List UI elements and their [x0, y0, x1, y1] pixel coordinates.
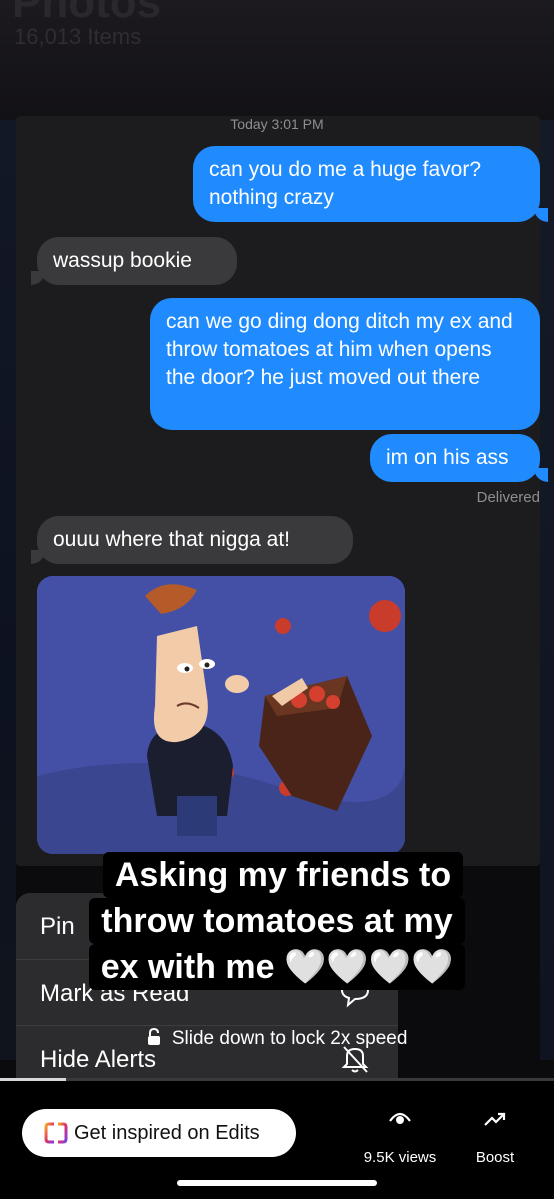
- message-bubble-sent: can we go ding dong ditch my ex and thro…: [150, 298, 540, 430]
- story-caption-line: Asking my friends to: [0, 852, 554, 898]
- views-count: 9.5K views: [363, 1149, 437, 1166]
- lock-icon: [147, 1028, 160, 1045]
- eye-icon: [389, 1112, 411, 1124]
- background-photos-header: Photos 16,013 Items: [0, 0, 554, 120]
- background-item-count: 16,013 Items: [14, 24, 142, 49]
- get-inspired-on-edits-button[interactable]: Get inspired on Edits: [22, 1109, 296, 1157]
- story-caption-line: throw tomatoes at my: [0, 898, 554, 944]
- message-bubble-received: wassup bookie: [37, 237, 237, 285]
- caption-text: Asking my friends to: [102, 852, 464, 898]
- speed-lock-hint: Slide down to lock 2x speed: [0, 1028, 554, 1050]
- delivered-status: Delivered: [476, 489, 540, 506]
- edits-button-label: Get inspired on Edits: [74, 1122, 260, 1144]
- bottom-action-bar: Get inspired on Edits 9.5K views Boost: [0, 1081, 554, 1199]
- message-bubble-received: ouuu where that nigga at!: [37, 516, 353, 564]
- edits-logo-icon: [44, 1122, 68, 1144]
- story-caption-line: ex with me 🤍🤍🤍🤍: [0, 944, 554, 990]
- message-bubble-sent: im on his ass: [370, 434, 540, 482]
- gif-message-image: [37, 576, 405, 854]
- boost-label: Boost: [475, 1149, 515, 1166]
- trend-up-icon: [484, 1112, 506, 1126]
- menu-item-label: Hide Alerts: [40, 1046, 157, 1073]
- speed-hint-text: Slide down to lock 2x speed: [171, 1028, 408, 1049]
- caption-text: throw tomatoes at my: [89, 898, 465, 944]
- caption-text: ex with me 🤍🤍🤍🤍: [88, 944, 466, 990]
- message-timestamp: Today 3:01 PM: [230, 116, 324, 132]
- message-bubble-sent: can you do me a huge favor? nothing craz…: [193, 146, 540, 222]
- home-indicator[interactable]: [177, 1180, 377, 1186]
